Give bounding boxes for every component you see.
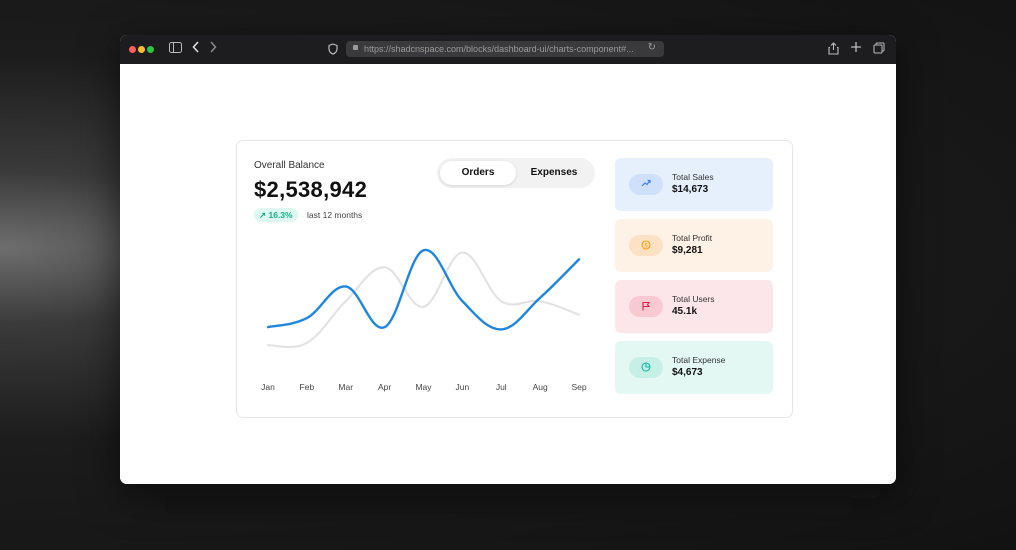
x-tick-label: Jul (496, 382, 507, 392)
change-period: last 12 months (307, 210, 363, 220)
address-bar[interactable]: https://shadcnspace.com/blocks/dashboard… (346, 41, 664, 57)
share-icon[interactable] (828, 42, 839, 59)
flag-icon (629, 296, 663, 317)
page-viewport: Overall Balance $2,538,942 ↗ 16.3% last … (120, 64, 896, 484)
browser-toolbar: https://shadcnspace.com/blocks/dashboard… (120, 35, 896, 64)
lock-icon (353, 45, 358, 50)
tabs-overview-icon[interactable] (873, 42, 885, 58)
stat-card-total-expense: Total Expense $4,673 (615, 341, 773, 394)
stat-label: Total Users (672, 294, 715, 304)
url-text: https://shadcnspace.com/blocks/dashboard… (364, 44, 634, 54)
close-window-button[interactable] (129, 46, 136, 53)
shield-icon[interactable] (328, 43, 338, 59)
browser-window: https://shadcnspace.com/blocks/dashboard… (120, 35, 896, 484)
balance-card: Overall Balance $2,538,942 ↗ 16.3% last … (236, 140, 793, 418)
stat-value: $14,673 (672, 184, 709, 195)
pie-icon (629, 357, 663, 378)
stat-card-total-users: Total Users 45.1k (615, 280, 773, 333)
orders-expenses-toggle: Orders Expenses (437, 158, 595, 188)
coin-icon: $ (629, 235, 663, 256)
maximize-window-button[interactable] (147, 46, 154, 53)
stat-value: $9,281 (672, 245, 703, 256)
x-tick-label: Apr (378, 382, 391, 392)
tab-orders[interactable]: Orders (440, 161, 516, 185)
new-tab-icon[interactable] (850, 41, 862, 57)
sidebar-icon[interactable] (169, 41, 182, 57)
stat-value: 45.1k (672, 306, 698, 317)
change-badge: ↗ 16.3% (254, 208, 298, 222)
x-tick-label: Feb (300, 382, 315, 392)
stat-value: $4,673 (672, 367, 703, 378)
x-tick-label: May (415, 382, 432, 392)
series-line-secondary (266, 251, 581, 349)
x-tick-label: Jun (456, 382, 470, 392)
balance-value: $2,538,942 (254, 177, 368, 202)
stat-label: Total Sales (672, 172, 714, 182)
stat-card-total-sales: Total Sales $14,673 (615, 158, 773, 211)
device-shadow-lower (165, 496, 851, 514)
stat-label: Total Profit (672, 233, 713, 243)
balance-label: Overall Balance (254, 160, 325, 171)
balance-line-chart: Jan Feb Mar Apr May Jun Jul Aug Sep (261, 249, 587, 392)
stat-card-total-profit: $ Total Profit $9,281 (615, 219, 773, 272)
trend-up-icon (629, 174, 663, 195)
back-icon[interactable] (192, 41, 200, 57)
x-tick-label: Aug (533, 382, 548, 392)
minimize-window-button[interactable] (138, 46, 145, 53)
x-tick-label: Jan (261, 382, 275, 392)
x-tick-label: Sep (571, 382, 586, 392)
forward-icon[interactable] (209, 41, 217, 57)
series-line-primary (266, 249, 581, 331)
reload-icon[interactable]: ↻ (648, 42, 656, 53)
stat-label: Total Expense (672, 355, 726, 365)
tab-expenses[interactable]: Expenses (516, 161, 592, 185)
x-tick-label: Mar (338, 382, 353, 392)
